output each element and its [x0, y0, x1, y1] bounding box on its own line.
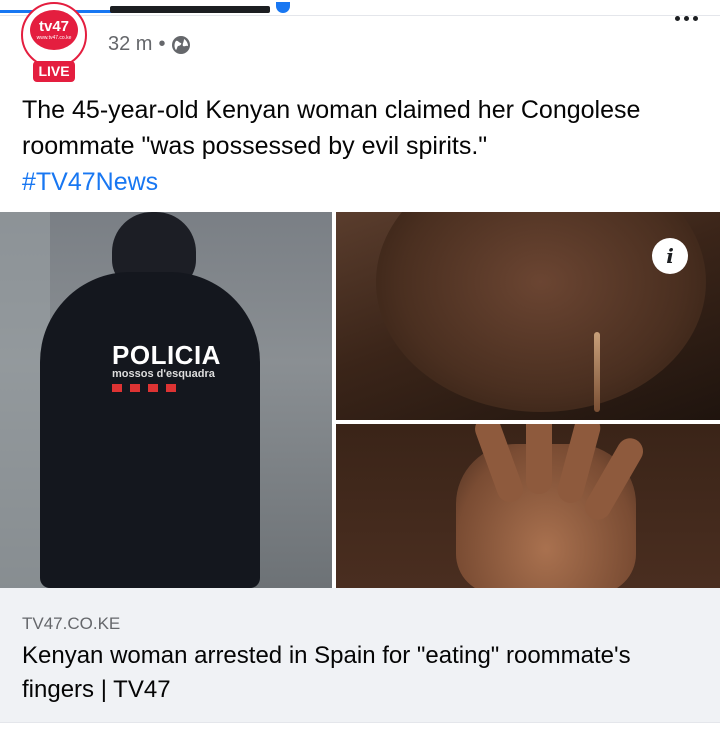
vest-subtext: mossos d'esquadra: [112, 368, 215, 380]
link-title[interactable]: Kenyan woman arrested in Spain for "eati…: [22, 639, 682, 707]
avatar[interactable]: tv47 www.tv47.co.ke: [21, 2, 87, 68]
verified-badge-icon: [276, 2, 290, 13]
link-domain: TV47.CO.KE: [22, 614, 121, 633]
finger: [526, 424, 552, 494]
tear: [594, 332, 600, 412]
link-preview[interactable]: TV47.CO.KE Kenyan woman arrested in Spai…: [0, 588, 720, 723]
post-text: The 45-year-old Kenyan woman claimed her…: [22, 92, 702, 200]
post-meta: 32 m •: [108, 33, 191, 56]
hand-photo[interactable]: [336, 424, 720, 588]
divider: [0, 15, 720, 16]
vest-stripe: [112, 384, 184, 392]
meta-separator: •: [158, 33, 166, 55]
post-media[interactable]: POLICIA mossos d'esquadra: [0, 212, 720, 588]
more-options-icon[interactable]: [675, 8, 705, 21]
page-name-text-fragment: [110, 6, 270, 13]
face: [376, 212, 706, 412]
police-officer-photo[interactable]: POLICIA mossos d'esquadra: [0, 212, 332, 588]
post-body: The 45-year-old Kenyan woman claimed her…: [22, 96, 641, 160]
page-name-clipped[interactable]: [110, 0, 300, 14]
tv47-logo: tv47 www.tv47.co.ke: [30, 10, 78, 50]
officer-body: [40, 272, 260, 588]
avatar-subtext: www.tv47.co.ke: [36, 35, 72, 41]
timestamp[interactable]: 32 m: [108, 33, 152, 56]
avatar-text: tv47: [38, 18, 70, 35]
vest-text: POLICIA: [112, 340, 221, 370]
page-avatar[interactable]: tv47 www.tv47.co.ke LIVE: [21, 2, 91, 84]
hashtag-link[interactable]: #TV47News: [22, 164, 702, 200]
top-strip: [0, 0, 720, 16]
info-icon[interactable]: i: [652, 238, 688, 274]
live-badge: LIVE: [33, 61, 75, 82]
globe-icon: [172, 35, 191, 54]
